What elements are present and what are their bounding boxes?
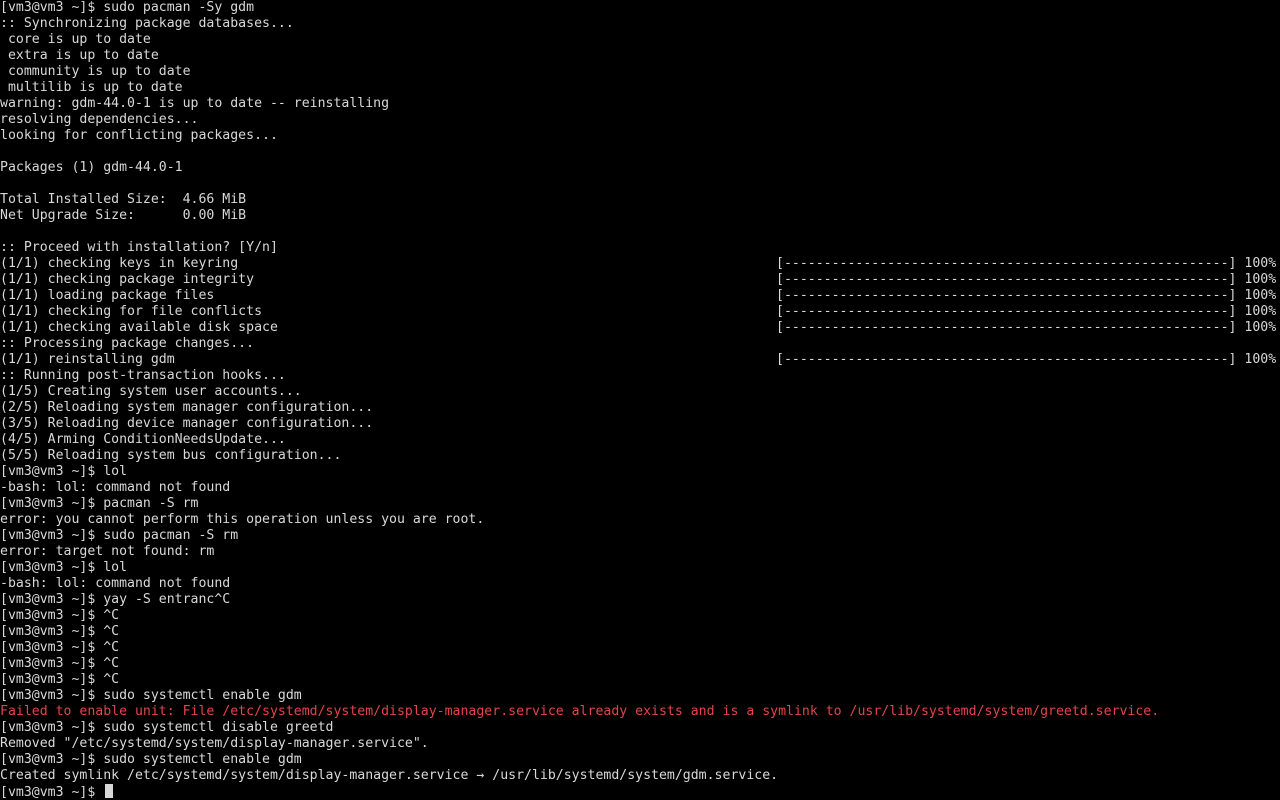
terminal-line: -bash: lol: command not found <box>0 576 231 591</box>
terminal-line: [vm3@vm3 ~]$ lol <box>0 464 128 479</box>
terminal-line: (1/1) checking package integrity [-------… <box>0 272 1277 287</box>
progress-bar: [---------------------------------------… <box>776 304 1277 319</box>
progress-bar: [---------------------------------------… <box>776 256 1277 271</box>
terminal-line: -bash: lol: command not found <box>0 480 231 495</box>
progress-bar: [---------------------------------------… <box>776 288 1277 303</box>
progress-bar: [---------------------------------------… <box>776 352 1277 367</box>
terminal-line: [vm3@vm3 ~]$ ^C <box>0 608 120 623</box>
terminal-line: [vm3@vm3 ~]$ ^C <box>0 656 120 671</box>
terminal-line: (3/5) Reloading device manager configura… <box>0 416 374 431</box>
terminal-line: Net Upgrade Size: 0.00 MiB <box>0 208 247 223</box>
terminal-line: Total Installed Size: 4.66 MiB <box>0 192 247 207</box>
terminal-line: [vm3@vm3 ~]$ ^C <box>0 624 120 639</box>
terminal-line: [vm3@vm3 ~]$ ^C <box>0 672 120 687</box>
terminal-line: (4/5) Arming ConditionNeedsUpdate... <box>0 432 286 447</box>
terminal-line: warning: gdm-44.0-1 is up to date -- rei… <box>0 96 390 111</box>
terminal-line: error: you cannot perform this operation… <box>0 512 485 527</box>
terminal-line: [vm3@vm3 ~]$ ^C <box>0 640 120 655</box>
terminal-line: error: target not found: rm <box>0 544 215 559</box>
terminal-line: Created symlink /etc/systemd/system/disp… <box>0 768 779 783</box>
terminal-line: [vm3@vm3 ~]$ sudo pacman -S rm <box>0 528 239 543</box>
prompt-line[interactable]: [vm3@vm3 ~]$ <box>0 784 1280 800</box>
terminal-line: extra is up to date <box>0 48 159 63</box>
terminal-line: Packages (1) gdm-44.0-1 <box>0 160 183 175</box>
terminal-line: Removed "/etc/systemd/system/display-man… <box>0 736 429 751</box>
terminal-line: [vm3@vm3 ~]$ lol <box>0 560 128 575</box>
terminal-line: community is up to date <box>0 64 191 79</box>
terminal-console[interactable]: [vm3@vm3 ~]$ sudo pacman -Sy gdm :: Sync… <box>0 0 1280 800</box>
terminal-line: :: Processing package changes... <box>0 336 255 351</box>
terminal-line: resolving dependencies... <box>0 112 199 127</box>
terminal-line: looking for conflicting packages... <box>0 128 278 143</box>
terminal-line: :: Synchronizing package databases... <box>0 16 294 31</box>
terminal-line: [vm3@vm3 ~]$ sudo systemctl enable gdm <box>0 688 302 703</box>
terminal-line: :: Running post-transaction hooks... <box>0 368 286 383</box>
terminal-line: [vm3@vm3 ~]$ pacman -S rm <box>0 496 199 511</box>
error-line: Failed to enable unit: File /etc/systemd… <box>0 704 1160 719</box>
terminal-line: multilib is up to date <box>0 80 183 95</box>
terminal-line: [vm3@vm3 ~]$ sudo systemctl enable gdm <box>0 752 302 767</box>
text-cursor <box>105 784 114 798</box>
terminal-line: (1/1) loading package files [------------… <box>0 288 1277 303</box>
terminal-line: (1/1) checking keys in keyring [---------… <box>0 256 1277 271</box>
terminal-line: [vm3@vm3 ~]$ yay -S entranc^C <box>0 592 231 607</box>
terminal-line: core is up to date <box>0 32 151 47</box>
terminal-line: (1/5) Creating system user accounts... <box>0 384 302 399</box>
terminal-line: :: Proceed with installation? [Y/n] <box>0 240 278 255</box>
terminal-line: [vm3@vm3 ~]$ sudo pacman -Sy gdm <box>0 0 255 15</box>
terminal-line: (2/5) Reloading system manager configura… <box>0 400 374 415</box>
terminal-line: (1/1) reinstalling gdm [-----------------… <box>0 352 1277 367</box>
terminal-line: (1/1) checking available disk space [----… <box>0 320 1277 335</box>
terminal-line: (5/5) Reloading system bus configuration… <box>0 448 342 463</box>
progress-bar: [---------------------------------------… <box>776 272 1277 287</box>
terminal-line: (1/1) checking for file conflicts [------… <box>0 304 1277 319</box>
terminal-line: [vm3@vm3 ~]$ sudo systemctl disable gree… <box>0 720 334 735</box>
progress-bar: [---------------------------------------… <box>776 320 1277 335</box>
